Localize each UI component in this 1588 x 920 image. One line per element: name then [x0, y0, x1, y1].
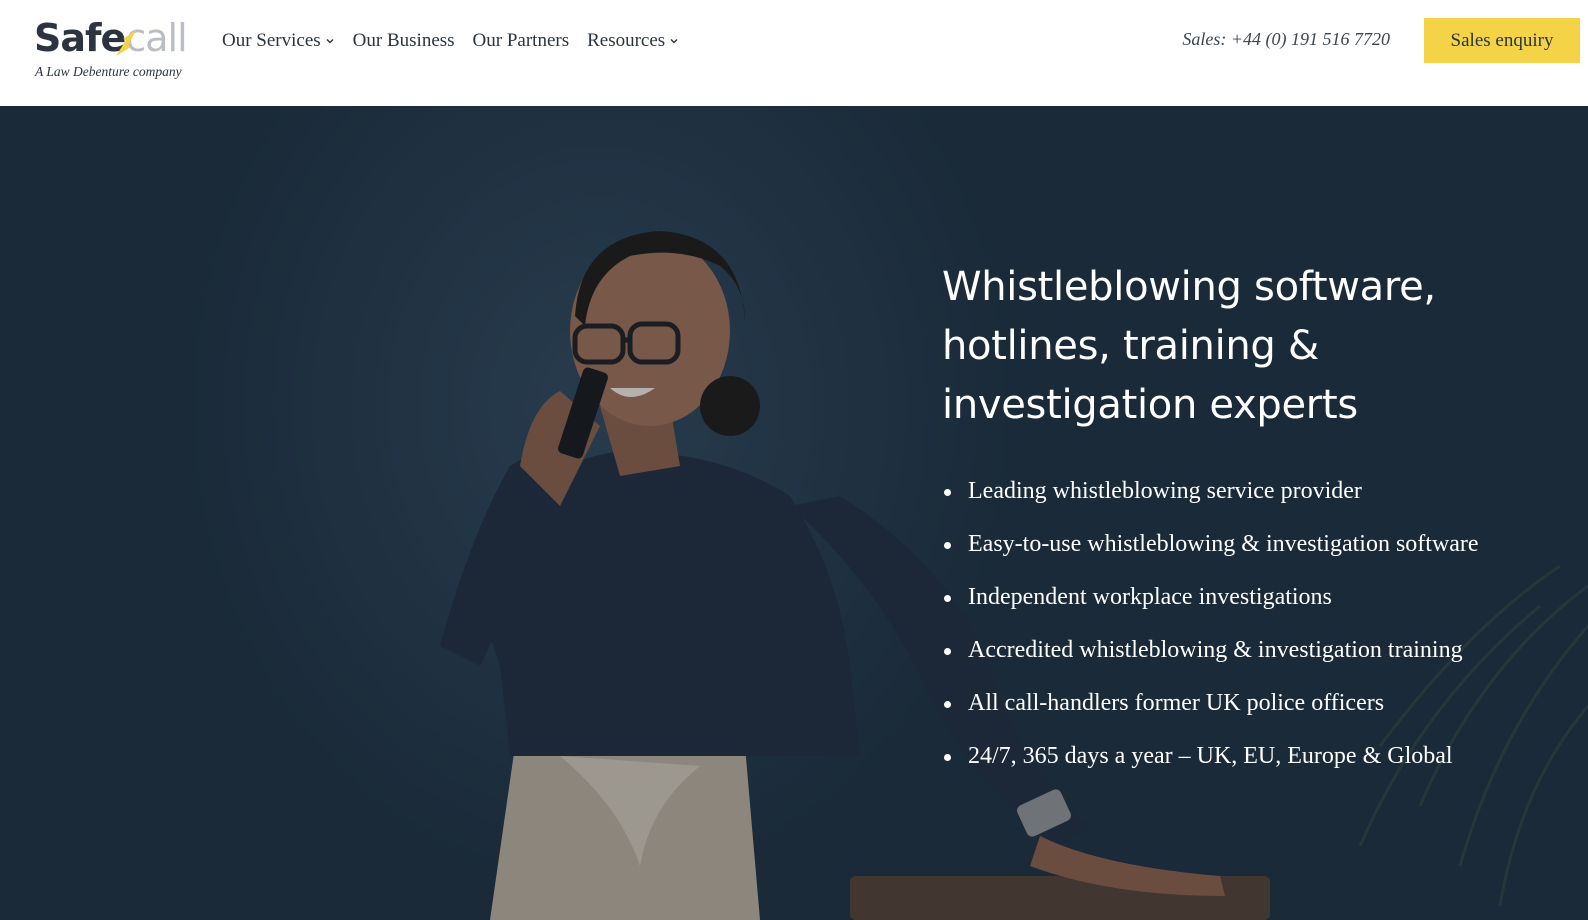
logo-wordmark: Safecall [34, 14, 188, 60]
nav-item-label: Resources [587, 30, 666, 51]
sales-phone-link[interactable]: Sales: +44 (0) 191 516 7720 [1182, 29, 1390, 50]
logo-slash-icon [116, 30, 136, 56]
site-header: Safecall A Law Debenture company Our Ser… [0, 0, 1588, 106]
hero-title: Whistleblowing software, hotlines, train… [942, 264, 1436, 428]
nav-item-label: Our Services [222, 30, 321, 51]
list-item: Leading whistleblowing service provider [944, 465, 1582, 518]
list-item: Easy-to-use whistleblowing & investigati… [944, 518, 1582, 571]
hero-copy: Whistleblowing software, hotlines, train… [942, 258, 1582, 783]
hero-section: Whistleblowing software, hotlines, train… [0, 106, 1588, 920]
list-item: All call-handlers former UK police offic… [944, 677, 1582, 730]
nav-item-our-partners[interactable]: Our Partners [473, 30, 570, 52]
logo-tagline: A Law Debenture company [35, 64, 182, 79]
nav-item-resources[interactable]: Resources [587, 30, 679, 52]
safecall-logo[interactable]: Safecall A Law Debenture company [34, 14, 204, 84]
nav-item-our-services[interactable]: Our Services [222, 30, 335, 52]
nav-item-label: Our Partners [472, 30, 570, 51]
logo-safe-text: Safe [34, 16, 126, 60]
chevron-down-icon [326, 39, 334, 44]
hero-feature-list: Leading whistleblowing service provider … [942, 465, 1582, 783]
sales-enquiry-button[interactable]: Sales enquiry [1424, 18, 1580, 63]
list-item: Independent workplace investigations [944, 571, 1582, 624]
list-item: 24/7, 365 days a year – UK, EU, Europe &… [944, 730, 1582, 783]
list-item: Accredited whistleblowing & investigatio… [944, 624, 1582, 677]
main-nav: Our Services Our Business Our Partners R… [222, 26, 697, 56]
chevron-down-icon [670, 39, 678, 44]
nav-item-label: Our Business [352, 30, 455, 51]
nav-item-our-business[interactable]: Our Business [353, 30, 455, 52]
